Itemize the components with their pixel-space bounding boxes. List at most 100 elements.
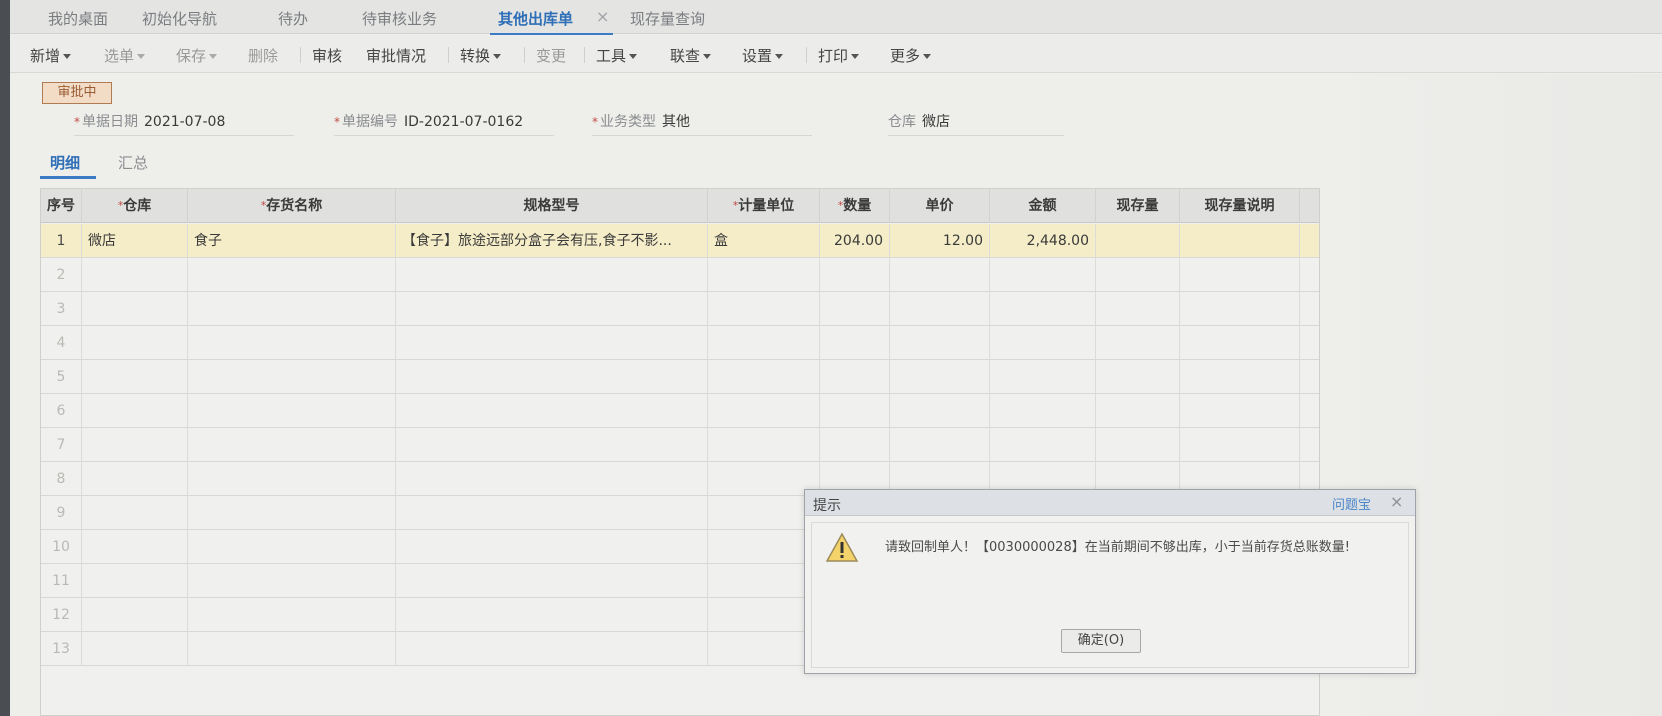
table-cell[interactable] — [708, 428, 820, 462]
tab-todo[interactable]: 待办 — [278, 8, 308, 34]
table-cell[interactable] — [990, 394, 1096, 428]
table-cell[interactable] — [396, 394, 708, 428]
table-cell[interactable] — [990, 326, 1096, 360]
table-cell[interactable] — [820, 394, 890, 428]
table-cell[interactable] — [188, 462, 396, 496]
table-cell[interactable] — [396, 292, 708, 326]
cell-stock[interactable] — [1096, 224, 1180, 258]
tab-detail[interactable]: 明细 — [50, 152, 80, 173]
table-row[interactable]: 1 微店 食子 【食子】旅途远部分盒子会有压,食子不影... 盒 204.00 … — [41, 224, 1319, 258]
column-header-warehouse[interactable]: *仓库 — [82, 189, 188, 223]
tab-pending-review[interactable]: 待审核业务 — [362, 8, 437, 34]
table-cell[interactable] — [396, 258, 708, 292]
table-cell[interactable] — [1096, 258, 1180, 292]
tab-init-guide[interactable]: 初始化导航 — [142, 8, 217, 34]
cell-stock-note[interactable] — [1180, 224, 1300, 258]
column-header-index[interactable]: 序号 — [41, 189, 82, 223]
table-cell[interactable] — [188, 496, 396, 530]
table-cell[interactable] — [990, 258, 1096, 292]
column-header-spec[interactable]: 规格型号 — [396, 189, 708, 223]
table-cell[interactable] — [708, 292, 820, 326]
table-cell[interactable] — [820, 326, 890, 360]
table-cell[interactable] — [82, 598, 188, 632]
cell-unit-price[interactable]: 12.00 — [890, 224, 990, 258]
approval-status-button[interactable]: 审批情况 — [366, 45, 426, 66]
column-header-unit[interactable]: *计量单位 — [708, 189, 820, 223]
table-cell[interactable] — [396, 428, 708, 462]
bill-code-field[interactable]: * 单据编号 ID-2021-07-0162 — [334, 111, 523, 135]
tab-summary[interactable]: 汇总 — [118, 152, 148, 173]
table-cell[interactable] — [990, 428, 1096, 462]
tab-my-desktop[interactable]: 我的桌面 — [48, 8, 108, 34]
column-header-amount[interactable]: 金额 — [990, 189, 1096, 223]
table-cell[interactable] — [890, 428, 990, 462]
table-row[interactable]: 4 — [41, 326, 1319, 360]
table-row[interactable]: 2 — [41, 258, 1319, 292]
table-cell[interactable] — [82, 258, 188, 292]
change-button[interactable]: 变更 — [536, 45, 566, 66]
column-header-quantity[interactable]: *数量 — [820, 189, 890, 223]
table-cell[interactable] — [820, 360, 890, 394]
column-header-stock-note[interactable]: 现存量说明 — [1180, 189, 1300, 223]
table-cell[interactable] — [82, 462, 188, 496]
select-bill-button[interactable]: 选单 — [104, 45, 146, 66]
table-cell[interactable] — [396, 462, 708, 496]
cell-unit[interactable]: 盒 — [708, 224, 820, 258]
table-cell[interactable] — [1180, 394, 1300, 428]
table-cell[interactable] — [396, 360, 708, 394]
column-header-item-name[interactable]: *存货名称 — [188, 189, 396, 223]
table-cell[interactable] — [82, 632, 188, 666]
table-cell[interactable] — [820, 292, 890, 326]
cell-item-name[interactable]: 食子 — [188, 224, 396, 258]
bill-date-field[interactable]: * 单据日期 2021-07-08 — [74, 111, 225, 135]
tools-button[interactable]: 工具 — [596, 45, 638, 66]
tab-other-outbound[interactable]: 其他出库单 — [489, 8, 614, 36]
table-cell[interactable] — [188, 292, 396, 326]
table-cell[interactable] — [82, 292, 188, 326]
save-button[interactable]: 保存 — [176, 45, 218, 66]
table-row[interactable]: 3 — [41, 292, 1319, 326]
table-cell[interactable] — [1096, 394, 1180, 428]
table-cell[interactable] — [1180, 292, 1300, 326]
table-cell[interactable] — [708, 360, 820, 394]
table-cell[interactable] — [1180, 326, 1300, 360]
table-cell[interactable] — [890, 326, 990, 360]
table-cell[interactable] — [188, 428, 396, 462]
cell-amount[interactable]: 2,448.00 — [990, 224, 1096, 258]
more-button[interactable]: 更多 — [890, 45, 932, 66]
settings-button[interactable]: 设置 — [742, 45, 784, 66]
table-cell[interactable] — [396, 496, 708, 530]
cell-warehouse[interactable]: 微店 — [82, 224, 188, 258]
table-cell[interactable] — [820, 428, 890, 462]
table-cell[interactable] — [188, 258, 396, 292]
table-cell[interactable] — [188, 530, 396, 564]
table-cell[interactable] — [1096, 360, 1180, 394]
table-cell[interactable] — [1180, 428, 1300, 462]
table-cell[interactable] — [188, 360, 396, 394]
table-cell[interactable] — [188, 326, 396, 360]
table-cell[interactable] — [188, 632, 396, 666]
ok-button[interactable]: 确定(O) — [1061, 629, 1141, 653]
table-cell[interactable] — [1096, 428, 1180, 462]
close-icon[interactable]: × — [596, 7, 609, 26]
cell-spec[interactable]: 【食子】旅途远部分盒子会有压,食子不影... — [396, 224, 708, 258]
table-cell[interactable] — [396, 598, 708, 632]
table-cell[interactable] — [708, 394, 820, 428]
delete-button[interactable]: 删除 — [248, 45, 278, 66]
table-cell[interactable] — [820, 258, 890, 292]
biz-type-field[interactable]: * 业务类型 其他 — [592, 111, 690, 135]
column-header-unit-price[interactable]: 单价 — [890, 189, 990, 223]
table-row[interactable]: 5 — [41, 360, 1319, 394]
table-cell[interactable] — [1180, 258, 1300, 292]
warehouse-field[interactable]: 仓库 微店 — [888, 111, 950, 135]
help-link[interactable]: 问题宝 — [1332, 494, 1371, 513]
table-cell[interactable] — [188, 394, 396, 428]
table-cell[interactable] — [82, 394, 188, 428]
table-cell[interactable] — [396, 632, 708, 666]
table-cell[interactable] — [82, 360, 188, 394]
new-button[interactable]: 新增 — [30, 45, 72, 66]
table-cell[interactable] — [890, 394, 990, 428]
convert-button[interactable]: 转换 — [460, 45, 502, 66]
table-cell[interactable] — [890, 258, 990, 292]
table-cell[interactable] — [890, 292, 990, 326]
